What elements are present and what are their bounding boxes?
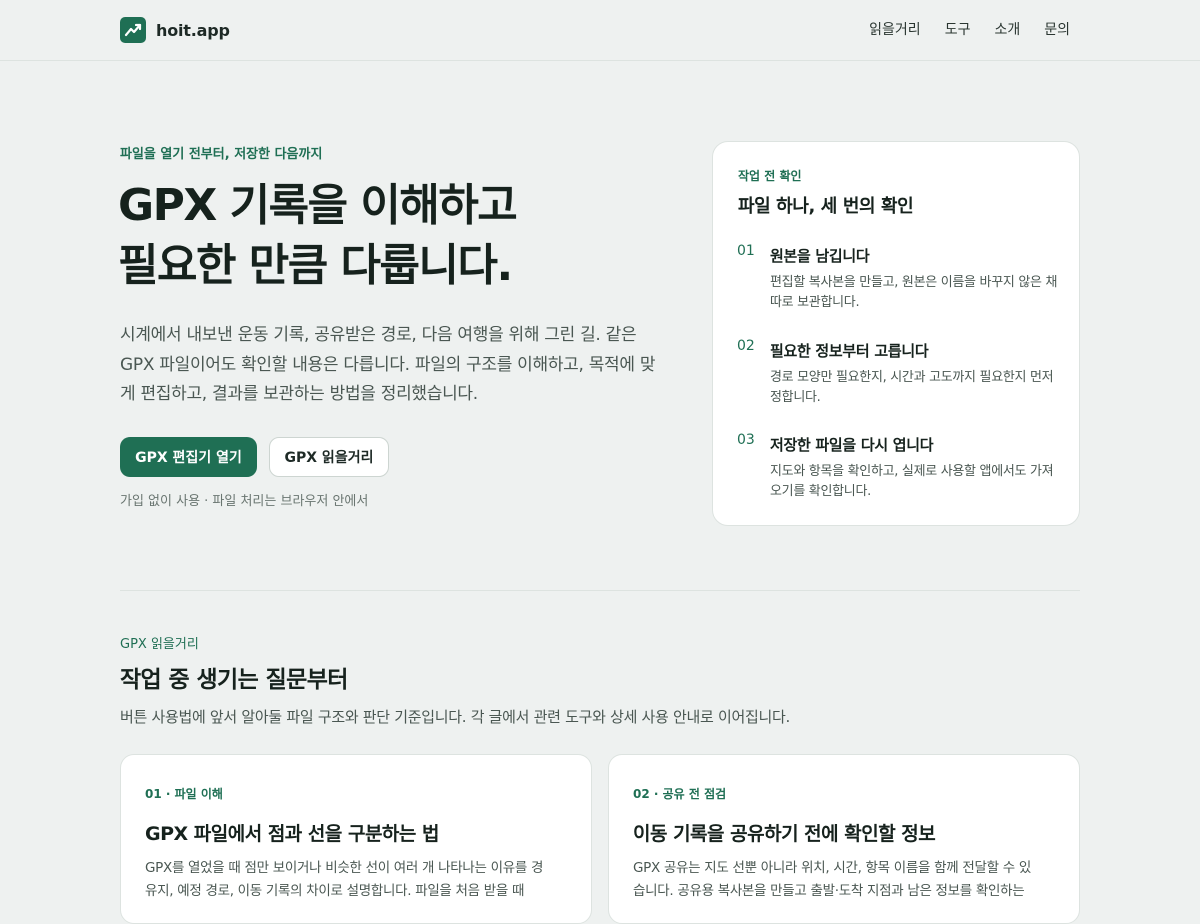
hero-title-line-1: GPX 기록을 이해하고 [118,180,518,231]
step-description: 편집할 복사본을 만들고, 원본은 이름을 바꾸지 않은 채 따로 보관합니다. [770,275,1058,310]
main-nav: 읽을거리 도구 소개 문의 [869,19,1070,39]
section-divider [120,590,1080,591]
chart-trend-icon [120,17,146,43]
reading-eyebrow: GPX 읽을거리 [120,637,199,652]
article-description: GPX 공유는 지도 선뿐 아니라 위치, 시간, 항목 이름을 함께 전달할 … [633,860,1031,899]
article-card[interactable]: 02 · 공유 전 점검 이동 기록을 공유하기 전에 확인할 정보 GPX 공… [608,754,1080,924]
hero-note: 가입 없이 사용 · 파일 처리는 브라우저 안에서 [120,494,369,509]
article-title: GPX 파일에서 점과 선을 구분하는 법 [145,823,439,845]
reading-section-title: 작업 중 생기는 질문부터 [120,667,348,693]
article-tag: 02 · 공유 전 점검 [633,787,727,801]
nav-item-contact[interactable]: 문의 [1044,19,1070,39]
step-number: 01 [737,243,755,259]
article-title: 이동 기록을 공유하기 전에 확인할 정보 [633,823,936,845]
step-title: 필요한 정보부터 고릅니다 [770,342,929,360]
reading-section-description: 버튼 사용법에 앞서 알아둘 파일 구조와 판단 기준입니다. 각 글에서 관련… [120,708,790,726]
brand-link[interactable]: hoit.app [120,17,230,43]
checklist-title: 파일 하나, 세 번의 확인 [738,196,914,217]
checklist-eyebrow: 작업 전 확인 [738,169,802,183]
step-description: 경로 모양만 필요한지, 시간과 고도까지 필요한지 먼저 정합니다. [770,370,1054,405]
site-header: hoit.app 읽을거리 도구 소개 문의 [0,0,1200,61]
brand-name: hoit.app [156,20,230,40]
step-number: 03 [737,432,755,448]
hero-title-line-2: 필요한 만큼 다룹니다. [118,240,513,291]
article-tag: 01 · 파일 이해 [145,787,223,801]
nav-item-reading[interactable]: 읽을거리 [869,19,921,39]
nav-item-tools[interactable]: 도구 [945,19,971,39]
article-description: GPX를 열었을 때 점만 보이거나 비슷한 선이 여러 개 나타나는 이유를 … [145,860,544,899]
step-description: 지도와 항목을 확인하고, 실제로 사용할 앱에서도 가져오기를 확인합니다. [770,464,1054,499]
step-title: 원본을 남깁니다 [770,247,870,265]
pre-work-checklist-card: 작업 전 확인 파일 하나, 세 번의 확인 01 원본을 남깁니다 편집할 복… [712,141,1080,526]
hero-description: 시계에서 내보낸 운동 기록, 공유받은 경로, 다음 여행을 위해 그린 길.… [120,325,656,404]
article-card[interactable]: 01 · 파일 이해 GPX 파일에서 점과 선을 구분하는 법 GPX를 열었… [120,754,592,924]
step-title: 저장한 파일을 다시 엽니다 [770,436,934,454]
step-number: 02 [737,338,755,354]
hero-title: GPX 기록을 이해하고 필요한 만큼 다룹니다. [118,176,678,296]
open-gpx-editor-button[interactable]: GPX 편집기 열기 [120,437,257,477]
nav-item-about[interactable]: 소개 [994,19,1020,39]
gpx-reading-button[interactable]: GPX 읽을거리 [269,437,389,477]
hero-eyebrow: 파일을 열기 전부터, 저장한 다음까지 [120,147,323,162]
